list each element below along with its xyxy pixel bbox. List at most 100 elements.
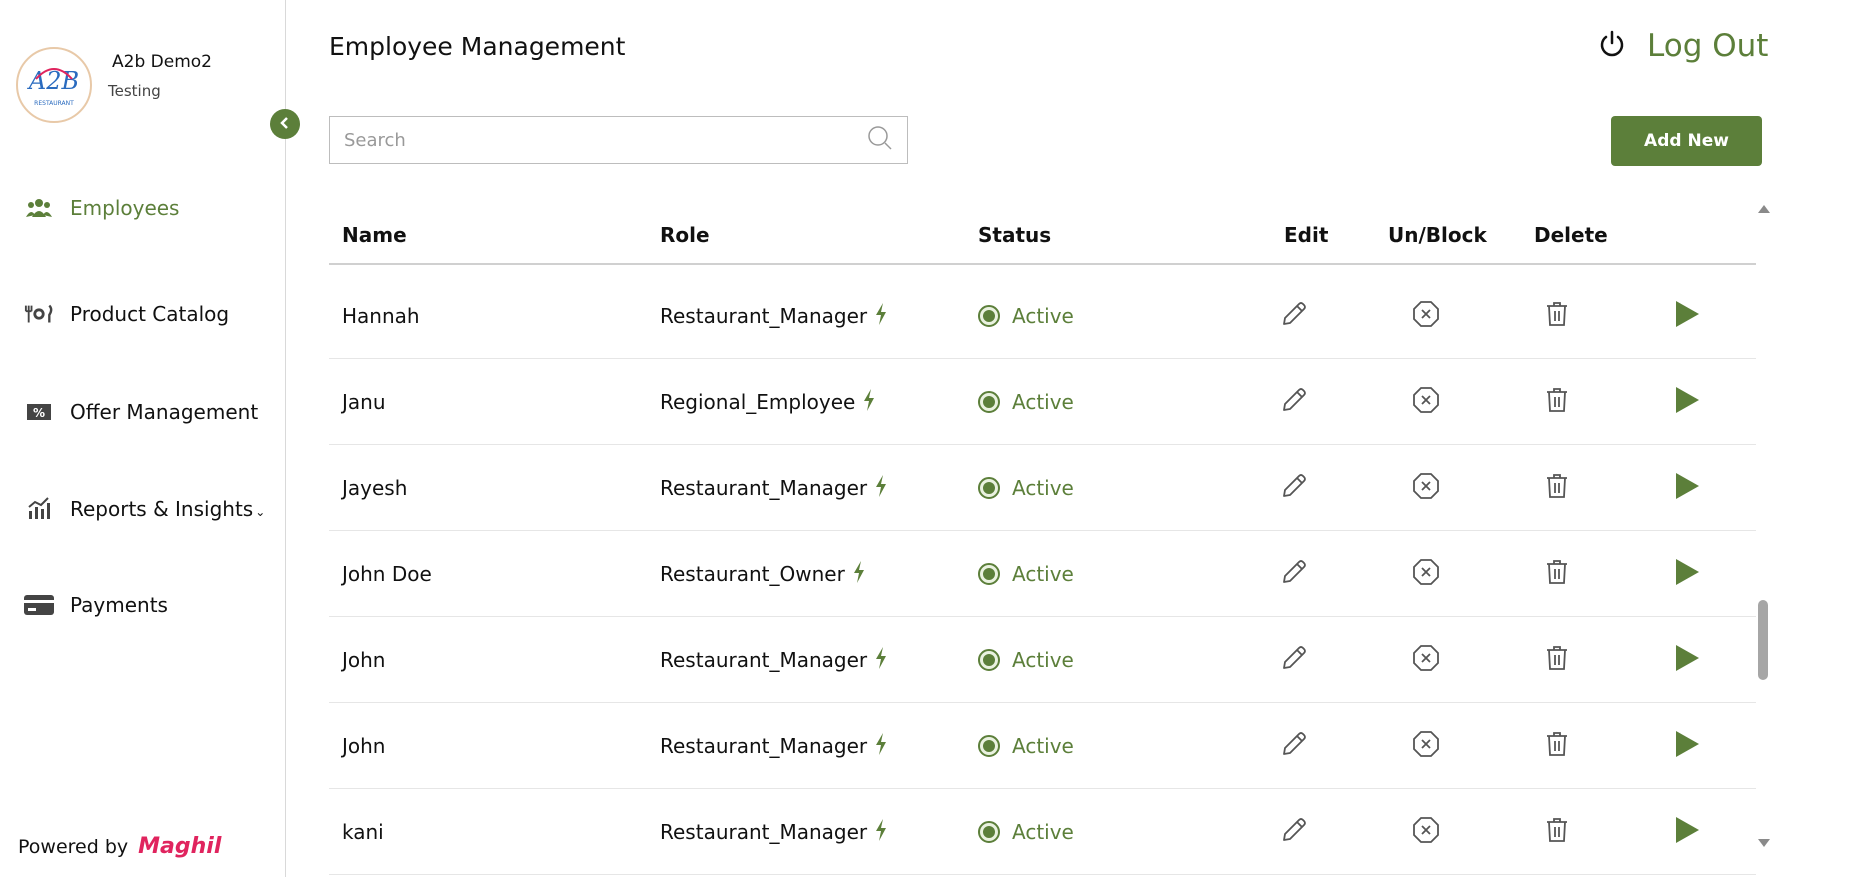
play-icon (1674, 386, 1700, 419)
column-header-edit: Edit (1284, 223, 1329, 247)
edit-button[interactable] (1280, 359, 1308, 445)
play-icon (1674, 816, 1700, 849)
sidebar-item-product-catalog[interactable]: Product Catalog (24, 302, 229, 326)
view-details-button[interactable] (1674, 273, 1700, 359)
bolt-icon (875, 646, 887, 674)
svg-text:A2B: A2B (27, 67, 79, 95)
status-radio-icon (978, 305, 1000, 327)
pencil-icon (1280, 472, 1308, 505)
chevron-left-icon (278, 115, 292, 134)
edit-button[interactable] (1280, 531, 1308, 617)
collapse-sidebar-button[interactable] (270, 109, 300, 139)
delete-button[interactable] (1545, 531, 1569, 617)
play-icon (1674, 730, 1700, 763)
edit-button[interactable] (1280, 703, 1308, 789)
employee-status: Active (978, 445, 1074, 531)
add-new-button[interactable]: Add New (1611, 116, 1762, 166)
block-x-icon (1412, 558, 1440, 591)
block-x-icon (1412, 386, 1440, 419)
search-icon[interactable] (867, 125, 893, 155)
unblock-button[interactable] (1412, 703, 1440, 789)
delete-button[interactable] (1545, 703, 1569, 789)
unblock-button[interactable] (1412, 445, 1440, 531)
table-scrollbar[interactable] (1755, 205, 1771, 847)
unblock-button[interactable] (1412, 273, 1440, 359)
sidebar-item-employees[interactable]: Employees (24, 196, 179, 220)
bolt-icon (863, 388, 875, 416)
org-logo: A2B RESTAURANT (16, 47, 92, 123)
table-row: John Restaurant_Manager Active (329, 703, 1756, 789)
table-row: Jayesh Restaurant_Manager Active (329, 445, 1756, 531)
status-radio-icon (978, 649, 1000, 671)
employee-role: Restaurant_Manager (660, 273, 887, 359)
employee-role: Restaurant_Manager (660, 445, 887, 531)
role-label: Restaurant_Manager (660, 304, 868, 328)
search-input[interactable] (344, 129, 867, 151)
delete-button[interactable] (1545, 617, 1569, 703)
scroll-up-arrow[interactable] (1758, 205, 1770, 213)
logout-label: Log Out (1647, 28, 1769, 64)
bolt-icon (875, 474, 887, 502)
status-label: Active (1012, 562, 1074, 586)
trash-icon (1545, 300, 1569, 333)
bolt-icon (875, 732, 887, 760)
sidebar-item-payments[interactable]: Payments (24, 593, 168, 617)
edit-button[interactable] (1280, 273, 1308, 359)
employee-name: kani (342, 820, 384, 844)
cutlery-icon (24, 302, 54, 326)
status-radio-icon (978, 391, 1000, 413)
sidebar-item-offer-management[interactable]: % Offer Management (24, 400, 258, 424)
role-label: Restaurant_Manager (660, 820, 868, 844)
svg-text:%: % (33, 406, 45, 420)
org-subtitle: Testing (108, 82, 161, 100)
unblock-button[interactable] (1412, 789, 1440, 875)
view-details-button[interactable] (1674, 617, 1700, 703)
org-name: A2b Demo2 (112, 52, 212, 72)
employee-name: John Doe (342, 562, 432, 586)
brand-logo: Maghil (138, 834, 222, 859)
edit-button[interactable] (1280, 789, 1308, 875)
ticket-percent-icon: % (24, 400, 54, 424)
edit-button[interactable] (1280, 445, 1308, 531)
employee-status: Active (978, 273, 1074, 359)
svg-text:RESTAURANT: RESTAURANT (34, 100, 74, 107)
view-details-button[interactable] (1674, 359, 1700, 445)
edit-button[interactable] (1280, 617, 1308, 703)
table-row: kani Restaurant_Manager Active (329, 789, 1756, 875)
block-x-icon (1412, 472, 1440, 505)
delete-button[interactable] (1545, 789, 1569, 875)
view-details-button[interactable] (1674, 445, 1700, 531)
play-icon (1674, 472, 1700, 505)
status-radio-icon (978, 735, 1000, 757)
role-label: Regional_Employee (660, 390, 856, 414)
powered-by: Powered by Maghil (18, 834, 221, 859)
trash-icon (1545, 644, 1569, 677)
sidebar-item-reports-insights[interactable]: Reports & Insights ⌄ (24, 497, 265, 521)
view-details-button[interactable] (1674, 531, 1700, 617)
view-details-button[interactable] (1674, 703, 1700, 789)
table-header: Name Role Status Edit Un/Block Delete (329, 205, 1756, 265)
delete-button[interactable] (1545, 445, 1569, 531)
employee-status: Active (978, 617, 1074, 703)
unblock-button[interactable] (1412, 617, 1440, 703)
block-x-icon (1412, 730, 1440, 763)
logout-button[interactable]: Log Out (1597, 28, 1768, 64)
delete-button[interactable] (1545, 273, 1569, 359)
unblock-button[interactable] (1412, 359, 1440, 445)
scroll-down-arrow[interactable] (1758, 839, 1770, 847)
status-label: Active (1012, 820, 1074, 844)
play-icon (1674, 300, 1700, 333)
unblock-button[interactable] (1412, 531, 1440, 617)
scroll-thumb[interactable] (1758, 600, 1768, 680)
page-title: Employee Management (329, 32, 626, 61)
table-row: Hannah Restaurant_Manager Active (329, 273, 1756, 359)
pencil-icon (1280, 386, 1308, 419)
delete-button[interactable] (1545, 359, 1569, 445)
employee-name: Jayesh (342, 476, 408, 500)
main-content: Employee Management Log Out Add New Name… (287, 0, 1856, 877)
sidebar-item-label: Product Catalog (70, 302, 230, 326)
employee-status: Active (978, 703, 1074, 789)
view-details-button[interactable] (1674, 789, 1700, 875)
status-label: Active (1012, 390, 1074, 414)
employee-name: Hannah (342, 304, 420, 328)
